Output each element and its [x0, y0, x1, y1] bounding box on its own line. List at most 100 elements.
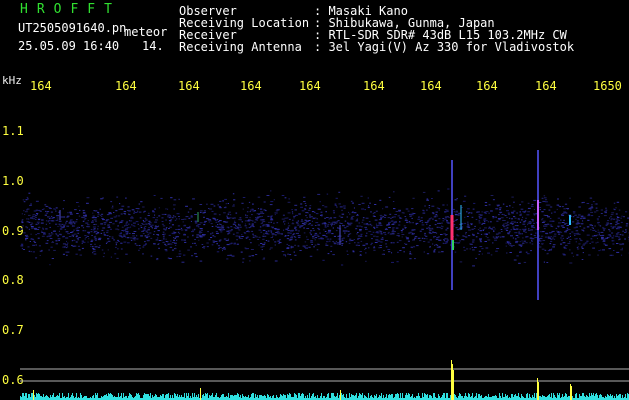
trace-sample [45, 396, 46, 400]
noise-dot [566, 237, 569, 239]
trace-sample [251, 394, 252, 400]
trace-sample [175, 394, 176, 400]
noise-dot [221, 229, 224, 231]
noise-dot [494, 228, 496, 230]
trace-sample [446, 393, 447, 400]
noise-dot [397, 251, 399, 253]
trace-sample [566, 394, 567, 400]
noise-dot [594, 225, 596, 227]
noise-dot [333, 242, 335, 244]
noise-dot [201, 229, 203, 231]
noise-dot [187, 211, 190, 213]
noise-dot [123, 230, 125, 232]
noise-dot [260, 223, 263, 225]
noise-dot [41, 231, 44, 233]
noise-dot [195, 256, 198, 258]
noise-dot [441, 228, 443, 230]
noise-dot [490, 221, 492, 223]
noise-dot [579, 238, 581, 240]
noise-dot [242, 261, 244, 263]
noise-dot [293, 217, 295, 219]
noise-dot [444, 216, 448, 218]
noise-dot [393, 191, 395, 193]
noise-dot [611, 218, 613, 220]
noise-dot [132, 235, 135, 237]
noise-dot [109, 228, 112, 230]
noise-dot [75, 221, 78, 223]
noise-dot [334, 203, 337, 205]
trace-sample [572, 396, 573, 400]
noise-dot [55, 240, 57, 242]
noise-dot [355, 244, 358, 246]
noise-dot [554, 233, 557, 235]
noise-dot [603, 229, 605, 231]
noise-dot [201, 244, 204, 245]
trace-sample [609, 396, 610, 400]
noise-dot [502, 219, 505, 221]
noise-dot [267, 215, 270, 217]
noise-dot [158, 240, 161, 241]
trace-sample [283, 394, 284, 400]
noise-dot [244, 225, 247, 227]
noise-dot [473, 234, 475, 236]
noise-dot [161, 239, 163, 241]
noise-dot [615, 207, 617, 209]
noise-dot [551, 212, 553, 214]
noise-dot [483, 211, 487, 213]
noise-dot [290, 237, 293, 239]
noise-dot [101, 249, 104, 251]
noise-dot [568, 229, 571, 231]
noise-dot [72, 222, 76, 224]
noise-dot [254, 235, 257, 237]
noise-dot [162, 225, 166, 227]
noise-dot [314, 211, 316, 213]
noise-dot [473, 202, 476, 204]
noise-dot [580, 240, 583, 242]
noise-dot [351, 215, 355, 217]
noise-dot [148, 224, 151, 226]
noise-dot [553, 238, 556, 240]
noise-dot [300, 203, 303, 205]
noise-dot [170, 219, 173, 221]
noise-dot [580, 216, 584, 218]
noise-dot [118, 215, 121, 217]
noise-dot [79, 254, 82, 256]
noise-dot [596, 234, 599, 236]
noise-dot [535, 228, 537, 230]
noise-dot [479, 217, 483, 219]
noise-dot [156, 258, 159, 260]
noise-dot [215, 225, 217, 227]
noise-dot [115, 246, 117, 248]
noise-dot [294, 209, 297, 211]
trace-sample [192, 393, 193, 400]
noise-dot [333, 221, 337, 223]
trace-sample [131, 395, 132, 400]
noise-dot [95, 233, 98, 235]
noise-dot [20, 228, 24, 230]
noise-dot [575, 218, 577, 220]
noise-dot [148, 232, 152, 234]
noise-dot [249, 260, 251, 262]
noise-dot [590, 206, 593, 208]
noise-dot [213, 213, 217, 215]
noise-dot [334, 204, 337, 206]
noise-dot [516, 232, 518, 234]
noise-dot [142, 246, 145, 248]
noise-dot [168, 234, 171, 236]
noise-dot [427, 241, 430, 243]
noise-dot [328, 218, 330, 220]
trace-sample [259, 395, 260, 400]
trace-sample [62, 393, 63, 400]
noise-dot [302, 225, 304, 226]
noise-dot [262, 219, 264, 221]
noise-dot [337, 220, 340, 222]
noise-dot [306, 236, 308, 238]
trace-sample [429, 395, 430, 400]
noise-dot [310, 234, 312, 236]
noise-dot [165, 219, 167, 221]
noise-dot [499, 211, 503, 213]
trace-sample [139, 395, 140, 400]
noise-dot [321, 223, 324, 225]
noise-dot [218, 247, 222, 248]
noise-dot [611, 237, 614, 239]
